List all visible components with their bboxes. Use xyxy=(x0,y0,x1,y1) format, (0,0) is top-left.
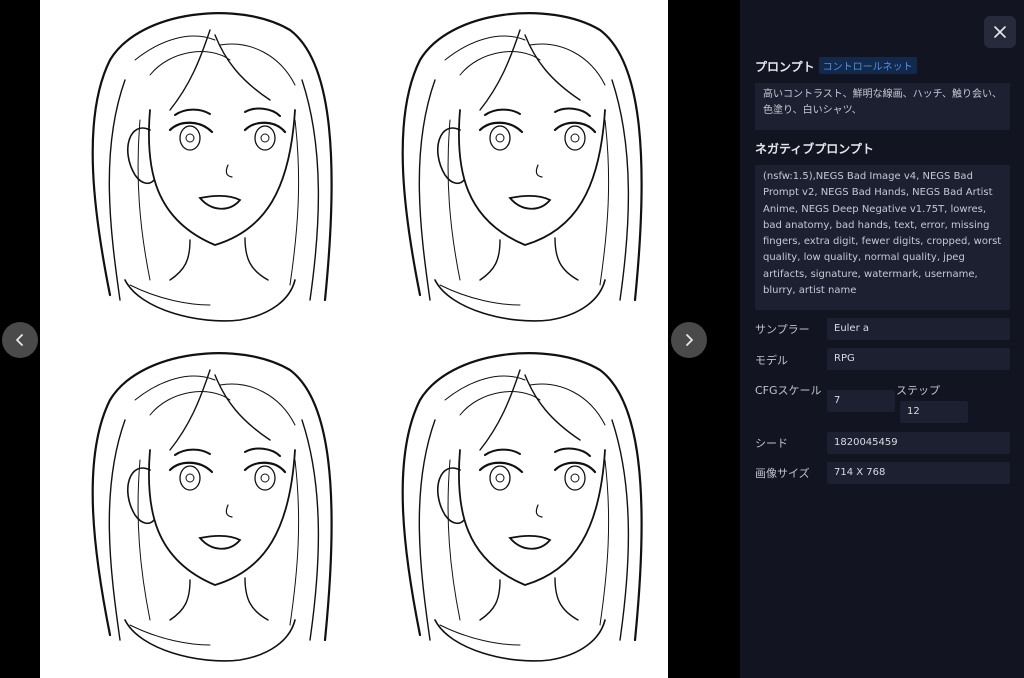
seed-label: シード xyxy=(755,437,788,450)
steps-field[interactable]: 12 xyxy=(900,401,968,423)
sketch-image xyxy=(91,12,643,663)
steps-label: ステップ xyxy=(896,384,940,397)
prompt-title: プロンプト xyxy=(755,60,815,74)
previous-image-button[interactable] xyxy=(2,322,38,358)
generated-image-grid[interactable] xyxy=(40,0,668,678)
negative-prompt-text[interactable]: (nsfw:1.5),NEGS Bad Image v4, NEGS Bad P… xyxy=(755,165,1010,310)
seed-field[interactable]: 1820045459 xyxy=(827,432,1010,454)
prompt-text[interactable]: 高いコントラスト、鮮明な線画、ハッチ、触り会い、色塗り、白いシャツ、 xyxy=(755,83,1010,130)
image-size-field[interactable]: 714 X 768 xyxy=(827,462,1010,484)
generation-info-panel: プロンプト コントロールネット 高いコントラスト、鮮明な線画、ハッチ、触り会い、色… xyxy=(740,0,1024,678)
controlnet-tag[interactable]: コントロールネット xyxy=(818,57,917,74)
cfg-scale-field[interactable]: 7 xyxy=(827,390,895,412)
image-viewer xyxy=(0,0,740,678)
model-label: モデル xyxy=(755,354,788,367)
next-image-button[interactable] xyxy=(671,322,707,358)
prompt-heading: プロンプト コントロールネット xyxy=(755,57,917,75)
chevron-right-icon xyxy=(686,334,693,346)
model-field[interactable]: RPG xyxy=(827,348,1010,370)
sampler-label: サンプラー xyxy=(755,323,810,336)
close-button[interactable] xyxy=(984,16,1016,48)
chevron-left-icon xyxy=(16,334,23,346)
negative-prompt-title: ネガティブプロンプト xyxy=(755,142,874,156)
close-icon xyxy=(994,26,1006,38)
cfg-scale-label: CFGスケール xyxy=(755,384,822,397)
sampler-field[interactable]: Euler a xyxy=(827,318,1010,340)
image-size-label: 画像サイズ xyxy=(755,467,810,480)
